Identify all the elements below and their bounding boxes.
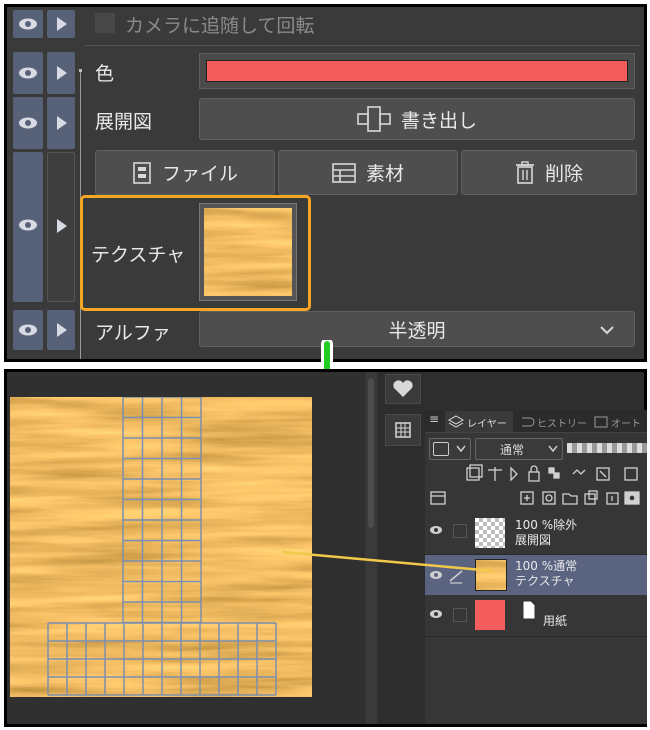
material-icon bbox=[332, 162, 356, 183]
material-button-label: 素材 bbox=[365, 163, 404, 185]
expand-toggle[interactable] bbox=[47, 152, 75, 302]
alpha-select-value: 半透明 bbox=[388, 319, 446, 342]
play-icon bbox=[57, 116, 67, 130]
eye-icon bbox=[19, 219, 37, 231]
connector-line bbox=[281, 550, 494, 573]
color-swatch-frame[interactable] bbox=[199, 53, 635, 89]
visibility-toggle[interactable] bbox=[13, 52, 43, 94]
visibility-toggle[interactable] bbox=[13, 97, 43, 149]
unfold-label: 展開図 bbox=[95, 111, 153, 133]
file-button[interactable]: ファイル bbox=[95, 150, 275, 195]
file-button-label: ファイル bbox=[161, 163, 238, 185]
export-button-label: 書き出し bbox=[400, 109, 477, 132]
color-label: 色 bbox=[95, 63, 115, 85]
play-icon bbox=[57, 323, 67, 337]
unfold-export-icon bbox=[357, 106, 391, 132]
rotate-checkbox[interactable] bbox=[95, 13, 115, 33]
expand-toggle[interactable] bbox=[47, 97, 75, 149]
delete-button[interactable]: 削除 bbox=[461, 150, 637, 195]
visibility-toggle[interactable] bbox=[13, 10, 43, 38]
chevron-down-icon bbox=[600, 326, 614, 335]
texture-thumbnail[interactable] bbox=[199, 203, 297, 301]
wood-texture-image bbox=[204, 208, 292, 296]
play-icon bbox=[57, 219, 67, 233]
material-button[interactable]: 素材 bbox=[278, 150, 458, 195]
play-icon bbox=[57, 17, 67, 31]
divider bbox=[85, 45, 640, 46]
eye-icon bbox=[19, 67, 37, 79]
expand-toggle[interactable] bbox=[47, 10, 75, 38]
visibility-toggle[interactable] bbox=[13, 310, 43, 350]
canvas-and-layers-panel: ≡ レイヤー ヒストリー オート 通常 100 %除外 展開図 100 %通常 … bbox=[4, 369, 647, 727]
file-icon bbox=[133, 161, 151, 184]
color-swatch bbox=[206, 60, 628, 82]
tree-guide-dot bbox=[79, 69, 82, 72]
texture-label: テクスチャ bbox=[91, 244, 186, 266]
expand-toggle[interactable] bbox=[47, 310, 75, 350]
trash-icon bbox=[515, 160, 534, 184]
delete-button-label: 削除 bbox=[544, 163, 583, 185]
eye-icon bbox=[19, 18, 37, 30]
rotate-label: カメラに追随して回転 bbox=[125, 15, 315, 37]
expand-toggle[interactable] bbox=[47, 52, 75, 94]
layer-property-panel: カメラに追随して回転 色 展開図 書き出し ファイル 素材 削除 テクスチャ ア… bbox=[4, 4, 647, 362]
visibility-toggle[interactable] bbox=[13, 152, 43, 302]
alpha-label: アルファ bbox=[95, 322, 171, 344]
eye-icon bbox=[19, 117, 37, 129]
export-button[interactable]: 書き出し bbox=[199, 98, 635, 140]
eye-icon bbox=[19, 324, 37, 336]
play-icon bbox=[57, 66, 67, 80]
alpha-select[interactable]: 半透明 bbox=[199, 311, 635, 347]
